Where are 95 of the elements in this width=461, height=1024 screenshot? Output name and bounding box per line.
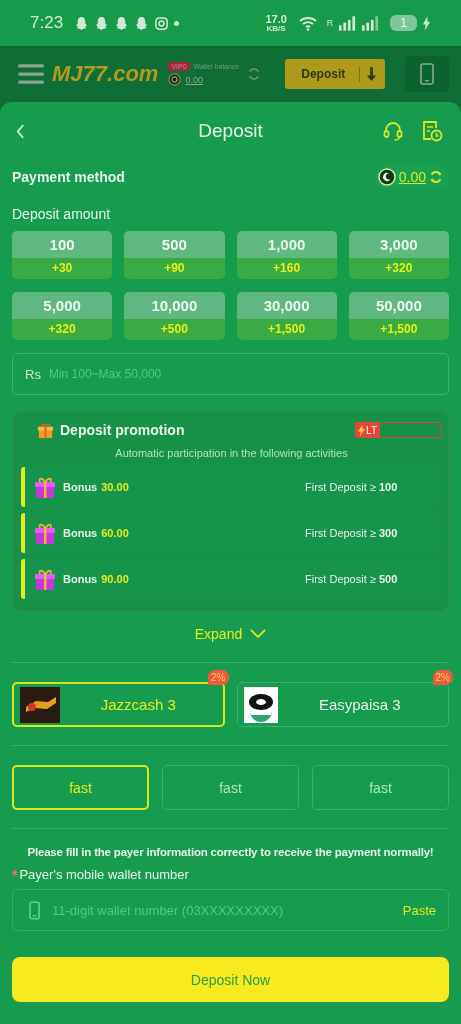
refresh-icon[interactable] [429,170,443,184]
speed-option[interactable]: fast [312,765,449,810]
required-mark: * [12,867,18,883]
gift-icon [33,567,57,591]
wifi-icon [297,15,318,31]
timer-badge: LT [355,422,380,438]
fee-badge: 2% [432,670,453,685]
gift-icon [33,521,57,545]
balance-amount: 0.00 [398,169,426,185]
charging-icon [422,15,431,31]
network-speed: 17.0 [265,13,287,25]
bonus-amount: 30.00 [101,481,129,493]
speed-option[interactable]: fast [162,765,299,810]
bonus-amount: 60.00 [101,527,129,539]
promotion-title: Deposit promotion [60,422,185,438]
signal-icon [338,15,357,31]
back-icon[interactable] [16,123,25,139]
amount-option[interactable]: 50,000 +1,500 [348,292,449,340]
amount-value: 1,000 [236,231,337,258]
battery-indicator: 1 [390,15,417,31]
menu-icon[interactable] [18,63,44,85]
bonus-amount: 90.00 [101,573,129,585]
bonus-value: +500 [124,319,225,340]
fee-badge: 2% [208,670,229,685]
refresh-icon[interactable] [247,67,262,81]
bonus-value: +320 [12,319,113,340]
signal-icon [361,15,380,31]
amount-value: 10,000 [124,292,225,319]
chevron-icon [250,629,267,639]
section-label: Deposit amount [12,206,112,222]
amount-field[interactable]: Rs Min 100~Max 50,000 [12,353,449,395]
deposit-button[interactable]: Deposit [285,59,386,89]
deposit-now-button[interactable]: Deposit Now [12,957,449,1002]
gift-icon [33,475,57,499]
bonus-value: +1,500 [236,319,337,340]
field-label: Payer's mobile wallet number [19,867,189,883]
amount-input[interactable]: Min 100~Max 50,000 [46,366,436,382]
bonus-value: +160 [236,258,337,279]
ghost-icon [134,15,150,31]
payment-channel[interactable]: Jazzcash 3 [12,682,225,727]
payment-channel[interactable]: Easypaisa 3 [236,682,449,727]
coin-icon [377,168,396,186]
wallet-number-field[interactable]: 11-digit wallet number (03XXXXXXXXX) Paste [12,889,449,931]
site-logo[interactable]: MJ77.com [52,61,159,87]
dot-icon [174,20,180,26]
expand-button[interactable]: Expand [190,624,271,644]
camera-icon [154,15,170,31]
amount-value: 3,000 [348,231,449,258]
phone-button[interactable] [405,56,449,92]
countdown-box [380,422,442,438]
notice-text: Please fill in the payer information correctly to receive the payment normally! [26,846,435,858]
amount-option[interactable]: 30,000 +1,500 [236,292,337,340]
speed-unit: KB/S [266,24,286,33]
phone-icon [29,900,40,920]
phone-icon [420,63,434,85]
amount-value: 100 [12,231,113,258]
amount-option[interactable]: 5,000 +320 [12,292,113,340]
amount-option[interactable]: 3,000 +320 [348,231,449,279]
ghost-icon [94,15,110,31]
amount-option[interactable]: 500 +90 [124,231,225,279]
coin-icon [168,73,182,86]
amount-value: 30,000 [236,292,337,319]
section-label: Payment method [12,169,125,185]
promotion-subtitle: Automatic participation in the following activities [114,447,349,459]
currency-label: Rs [25,366,41,382]
amount-value: 5,000 [12,292,113,319]
amount-option[interactable]: 100 +30 [12,231,113,279]
bonus-label: Bonus [63,573,98,585]
ghost-icon [74,15,90,31]
bonus-value: +90 [124,258,225,279]
bonus-label: Bonus [63,481,98,493]
ghost-icon [114,15,130,31]
page-title: Deposit [198,120,263,142]
deposit-condition: First Deposit ≥ 500 [305,573,398,585]
gift-icon [37,421,54,439]
speed-option[interactable]: fast [12,765,149,810]
bonus-value: +1,500 [348,319,449,340]
lightning-icon [358,423,366,437]
paste-button[interactable]: Paste [402,902,436,918]
bonus-value: +320 [348,258,449,279]
amount-option[interactable]: 1,000 +160 [236,231,337,279]
wallet-balance: 0.00 [185,74,203,85]
headset-icon[interactable] [382,120,404,142]
amount-option[interactable]: 10,000 +500 [124,292,225,340]
clock: 7:23 [30,13,64,33]
amount-value: 50,000 [348,292,449,319]
history-icon[interactable] [421,120,443,142]
roaming-indicator: R [326,18,334,28]
bonus-label: Bonus [63,527,98,539]
bonus-value: +30 [12,258,113,279]
wallet-number-input[interactable]: 11-digit wallet number (03XXXXXXXXX) [50,901,393,919]
deposit-condition: First Deposit ≥ 300 [305,527,398,539]
amount-value: 500 [124,231,225,258]
download-icon [359,66,378,82]
deposit-condition: First Deposit ≥ 100 [305,481,398,493]
